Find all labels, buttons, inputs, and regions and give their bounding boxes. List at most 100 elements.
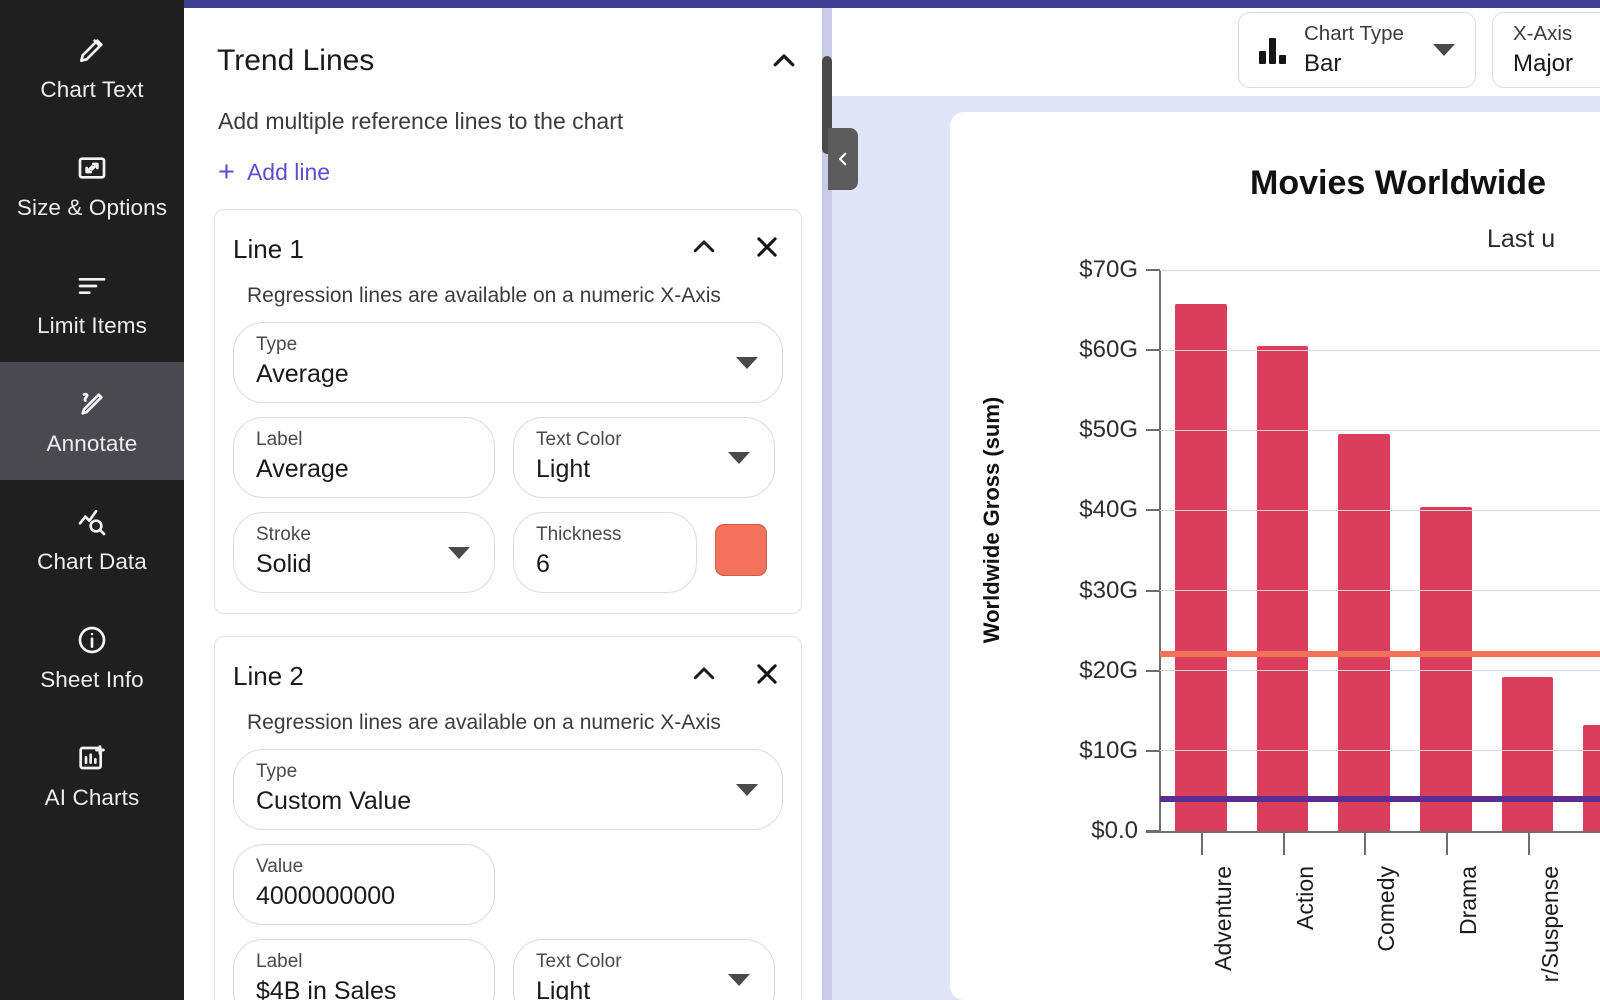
chart-search-icon bbox=[75, 505, 109, 539]
y-gridline bbox=[1160, 429, 1600, 431]
y-gridline bbox=[1160, 590, 1600, 592]
trend-line-hint: Regression lines are available on a nume… bbox=[247, 284, 721, 307]
label-input[interactable]: Label Average bbox=[233, 417, 495, 498]
trend-line-4b-in-sales bbox=[1160, 795, 1600, 802]
chevron-down-icon bbox=[728, 451, 750, 464]
stroke-value: Solid bbox=[256, 549, 312, 578]
type-select[interactable]: Type Custom Value bbox=[233, 749, 783, 830]
resize-icon bbox=[75, 151, 109, 185]
value-input-value: 4000000000 bbox=[256, 881, 396, 910]
y-tick-mark bbox=[1146, 509, 1160, 512]
label-input-label: Label bbox=[256, 429, 303, 450]
y-tick-label: $20G bbox=[1079, 656, 1138, 684]
chart-plus-icon bbox=[75, 741, 109, 775]
app-accent-bar bbox=[184, 0, 1600, 8]
text-color-select[interactable]: Text Color Light bbox=[513, 417, 775, 498]
y-tick-label: $30G bbox=[1079, 576, 1138, 604]
sidebar-item-label: Sheet Info bbox=[40, 666, 144, 692]
close-icon[interactable] bbox=[753, 233, 781, 261]
left-sidebar: Chart Text Size & Options Limit Items An… bbox=[0, 0, 184, 1000]
type-select-value: Average bbox=[256, 359, 349, 388]
y-axis-title: Worldwide Gross (sum) bbox=[979, 396, 1004, 644]
sidebar-item-chart-text[interactable]: Chart Text bbox=[0, 8, 184, 126]
bar[interactable] bbox=[1256, 346, 1309, 831]
y-tick-label: $70G bbox=[1079, 256, 1138, 283]
text-color-label: Text Color bbox=[536, 951, 622, 972]
bar[interactable] bbox=[1501, 677, 1554, 831]
bar[interactable] bbox=[1175, 303, 1227, 831]
y-tick-label: $50G bbox=[1079, 416, 1138, 444]
y-tick-mark bbox=[1146, 830, 1160, 832]
panel-collapse-chevron-up-icon[interactable] bbox=[769, 46, 799, 76]
x-axis-select[interactable]: X-Axis Major bbox=[1492, 12, 1600, 88]
x-axis-line bbox=[1146, 831, 1600, 833]
bar[interactable] bbox=[1420, 507, 1472, 831]
y-tick-mark bbox=[1146, 669, 1160, 672]
x-tick-mark bbox=[1445, 833, 1448, 855]
stroke-select[interactable]: Stroke Solid bbox=[233, 512, 495, 593]
sidebar-item-chart-data[interactable]: Chart Data bbox=[0, 480, 184, 598]
toolbar-strip bbox=[832, 8, 1600, 96]
y-tick-mark bbox=[1146, 589, 1160, 592]
label-input-value: Average bbox=[256, 454, 349, 483]
trend-line-hint: Regression lines are available on a nume… bbox=[247, 711, 721, 734]
x-axis-label: X-Axis bbox=[1513, 22, 1573, 46]
panel-collapse-handle[interactable] bbox=[828, 128, 858, 190]
type-select-label: Type bbox=[256, 761, 298, 782]
filter-lines-icon bbox=[75, 269, 109, 303]
trend-line-card: Line 1 Regression lines are available on… bbox=[214, 209, 802, 614]
chart-plot-area: Worldwide Gross (sum) $70G $60G $50G $40G $3… bbox=[950, 112, 1600, 1000]
sidebar-item-label: Size & Options bbox=[16, 194, 168, 220]
collapse-chevron-up-icon[interactable] bbox=[689, 659, 719, 689]
y-gridline bbox=[1160, 509, 1600, 511]
bar-chart-icon bbox=[1259, 36, 1286, 64]
text-color-value: Light bbox=[536, 454, 591, 483]
y-tick-label: $0.0 bbox=[1091, 817, 1138, 844]
type-select[interactable]: Type Average bbox=[233, 322, 783, 403]
trend-line-card: Line 2 Regression lines are available on… bbox=[214, 636, 802, 1000]
label-input-value: $4B in Sales bbox=[256, 976, 397, 1000]
trend-line-card-header: Line 2 bbox=[233, 653, 783, 699]
trend-line-average bbox=[1160, 650, 1600, 657]
sidebar-item-label: Chart Text bbox=[40, 76, 144, 102]
text-color-label: Text Color bbox=[536, 429, 622, 450]
bar[interactable] bbox=[1583, 725, 1600, 831]
chevron-down-icon bbox=[728, 973, 750, 986]
line-color-swatch[interactable] bbox=[715, 524, 767, 576]
collapse-chevron-up-icon[interactable] bbox=[689, 232, 719, 262]
sidebar-item-annotate[interactable]: Annotate bbox=[0, 362, 184, 480]
panel-header: Trend Lines bbox=[214, 8, 802, 78]
sidebar-item-label: Chart Data bbox=[37, 548, 147, 574]
thickness-value: 6 bbox=[536, 549, 550, 578]
stroke-label: Stroke bbox=[256, 524, 311, 545]
bar[interactable] bbox=[1338, 433, 1390, 831]
sidebar-item-label: Annotate bbox=[46, 430, 138, 456]
trend-line-title: Line 1 bbox=[233, 233, 304, 264]
annotate-icon bbox=[75, 387, 109, 421]
label-input[interactable]: Label $4B in Sales bbox=[233, 939, 495, 1000]
text-color-select[interactable]: Text Color Light bbox=[513, 939, 775, 1000]
sidebar-item-label: AI Charts bbox=[44, 784, 140, 810]
sidebar-item-limit-items[interactable]: Limit Items bbox=[0, 244, 184, 362]
sidebar-item-sheet-info[interactable]: Sheet Info bbox=[0, 598, 184, 716]
thickness-input[interactable]: Thickness 6 bbox=[513, 512, 697, 593]
x-tick-label: r/Suspense bbox=[1536, 866, 1563, 983]
sidebar-item-size-options[interactable]: Size & Options bbox=[0, 126, 184, 244]
x-tick-label: Action bbox=[1291, 866, 1318, 930]
add-line-button[interactable]: + Add line bbox=[218, 158, 330, 187]
chart-type-select[interactable]: Chart Type Bar bbox=[1238, 12, 1476, 88]
x-tick-label: Comedy bbox=[1373, 866, 1400, 952]
close-icon[interactable] bbox=[753, 660, 781, 688]
chart-type-label: Chart Type bbox=[1304, 22, 1404, 46]
chevron-down-icon bbox=[736, 783, 758, 796]
y-tick-label: $60G bbox=[1079, 336, 1138, 364]
y-tick-mark bbox=[1146, 269, 1160, 271]
x-axis-value: Major bbox=[1513, 49, 1574, 77]
thickness-label: Thickness bbox=[536, 524, 622, 545]
bars-group bbox=[1160, 270, 1600, 831]
add-line-label: Add line bbox=[246, 159, 331, 185]
sidebar-item-ai-charts[interactable]: AI Charts bbox=[0, 716, 184, 834]
y-tick-label: $10G bbox=[1079, 736, 1138, 764]
value-input[interactable]: Value 4000000000 bbox=[233, 844, 495, 925]
y-tick-mark bbox=[1146, 429, 1160, 432]
